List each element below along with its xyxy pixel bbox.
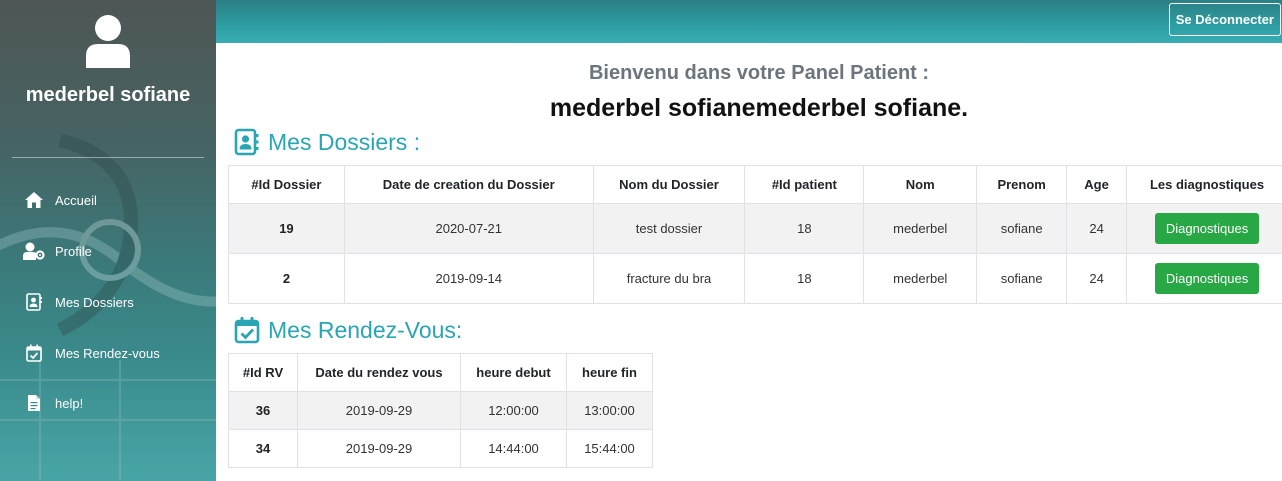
rdv-date: 2019-09-29	[297, 429, 461, 468]
patient-age: 24	[1066, 253, 1128, 304]
contact-book-icon	[23, 291, 45, 313]
rdv-heure-fin: 15:44:00	[566, 429, 653, 468]
sidebar-divider	[12, 157, 204, 158]
rendezvous-title: Mes Rendez-Vous:	[268, 316, 463, 343]
patient-prenom: sofiane	[976, 253, 1068, 304]
patient-prenom: sofiane	[976, 203, 1068, 254]
dossiers-section-title: Mes Dossiers :	[234, 128, 420, 156]
column-header: Les diagnostiques	[1126, 165, 1282, 204]
table-row: 19 2020-07-21 test dossier 18 mederbel s…	[228, 203, 1282, 254]
column-header: #Id Dossier	[228, 165, 345, 204]
rendezvous-section-title: Mes Rendez-Vous:	[234, 316, 462, 344]
rdv-date: 2019-09-29	[297, 391, 461, 430]
dossiers-title: Mes Dossiers :	[268, 128, 421, 155]
user-cog-icon	[23, 240, 45, 262]
column-header: heure fin	[566, 353, 653, 392]
home-icon	[23, 189, 45, 211]
dossier-name: fracture du bra	[592, 253, 746, 304]
dossier-name: test dossier	[592, 203, 746, 254]
sidebar-item-profile[interactable]: Profile	[0, 234, 216, 268]
contact-book-icon	[234, 128, 259, 156]
dossier-date: 2020-07-21	[343, 203, 594, 254]
rdv-id: 34	[228, 429, 298, 468]
user-name: mederbel sofiane	[25, 84, 191, 106]
patient-id: 18	[744, 253, 865, 304]
dossier-date: 2019-09-14	[343, 253, 594, 304]
diagnostiques-button[interactable]: Diagnostiques	[1154, 263, 1260, 294]
sidebar-item-label: help!	[55, 395, 84, 411]
welcome-subtitle: Bienvenu dans votre Panel Patient :	[588, 62, 930, 84]
table-header-row: #Id RV Date du rendez vous heure debut h…	[228, 353, 653, 392]
sidebar-item-mes-rendez-vous[interactable]: Mes Rendez-vous	[0, 336, 216, 370]
table-row: 36 2019-09-29 12:00:00 13:00:00	[228, 391, 653, 430]
column-header: heure debut	[460, 353, 567, 392]
column-header: #Id patient	[744, 165, 865, 204]
table-row: 34 2019-09-29 14:44:00 15:44:00	[228, 429, 653, 468]
rdv-id: 36	[228, 391, 298, 430]
column-header: Nom	[863, 165, 978, 204]
patient-nom: mederbel	[863, 203, 978, 254]
diagnostiques-button[interactable]: Diagnostiques	[1154, 213, 1260, 244]
sidebar-item-mes-dossiers[interactable]: Mes Dossiers	[0, 285, 216, 319]
sidebar-item-help[interactable]: help!	[0, 386, 216, 420]
rdv-heure-debut: 14:44:00	[460, 429, 567, 468]
column-header: #Id RV	[228, 353, 298, 392]
patient-id: 18	[744, 203, 865, 254]
file-icon	[23, 392, 45, 414]
logout-button[interactable]: Se Déconnecter	[1168, 3, 1281, 36]
column-header: Date du rendez vous	[297, 353, 461, 392]
column-header: Age	[1066, 165, 1128, 204]
calendar-check-icon	[23, 342, 45, 364]
top-bar: Se Déconnecter	[216, 0, 1282, 43]
sidebar-item-label: Mes Dossiers	[55, 294, 134, 310]
user-avatar-icon	[86, 15, 130, 68]
patient-age: 24	[1066, 203, 1128, 254]
sidebar-item-label: Accueil	[55, 192, 97, 208]
welcome-patient-name: mederbel sofianemederbel sofiane.	[549, 94, 969, 122]
sidebar-item-label: Profile	[55, 243, 92, 259]
column-header: Date de creation du Dossier	[343, 165, 594, 204]
dossier-id: 2	[228, 253, 345, 304]
column-header: Nom du Dossier	[592, 165, 746, 204]
table-header-row: #Id Dossier Date de creation du Dossier …	[228, 165, 1282, 204]
dossiers-table: #Id Dossier Date de creation du Dossier …	[228, 165, 1282, 304]
diagnostics-cell: Diagnostiques	[1126, 253, 1282, 304]
sidebar-item-accueil[interactable]: Accueil	[0, 183, 216, 217]
column-header: Prenom	[976, 165, 1068, 204]
rdv-heure-fin: 13:00:00	[566, 391, 653, 430]
table-row: 2 2019-09-14 fracture du bra 18 mederbel…	[228, 253, 1282, 304]
patient-nom: mederbel	[863, 253, 978, 304]
diagnostics-cell: Diagnostiques	[1126, 203, 1282, 254]
sidebar-item-label: Mes Rendez-vous	[55, 345, 160, 361]
calendar-check-icon	[234, 317, 260, 344]
dossier-id: 19	[228, 203, 345, 254]
rdv-heure-debut: 12:00:00	[460, 391, 567, 430]
sidebar: mederbel sofiane Accueil Profile Mes Dos…	[0, 0, 216, 481]
rendezvous-table: #Id RV Date du rendez vous heure debut h…	[228, 353, 653, 468]
